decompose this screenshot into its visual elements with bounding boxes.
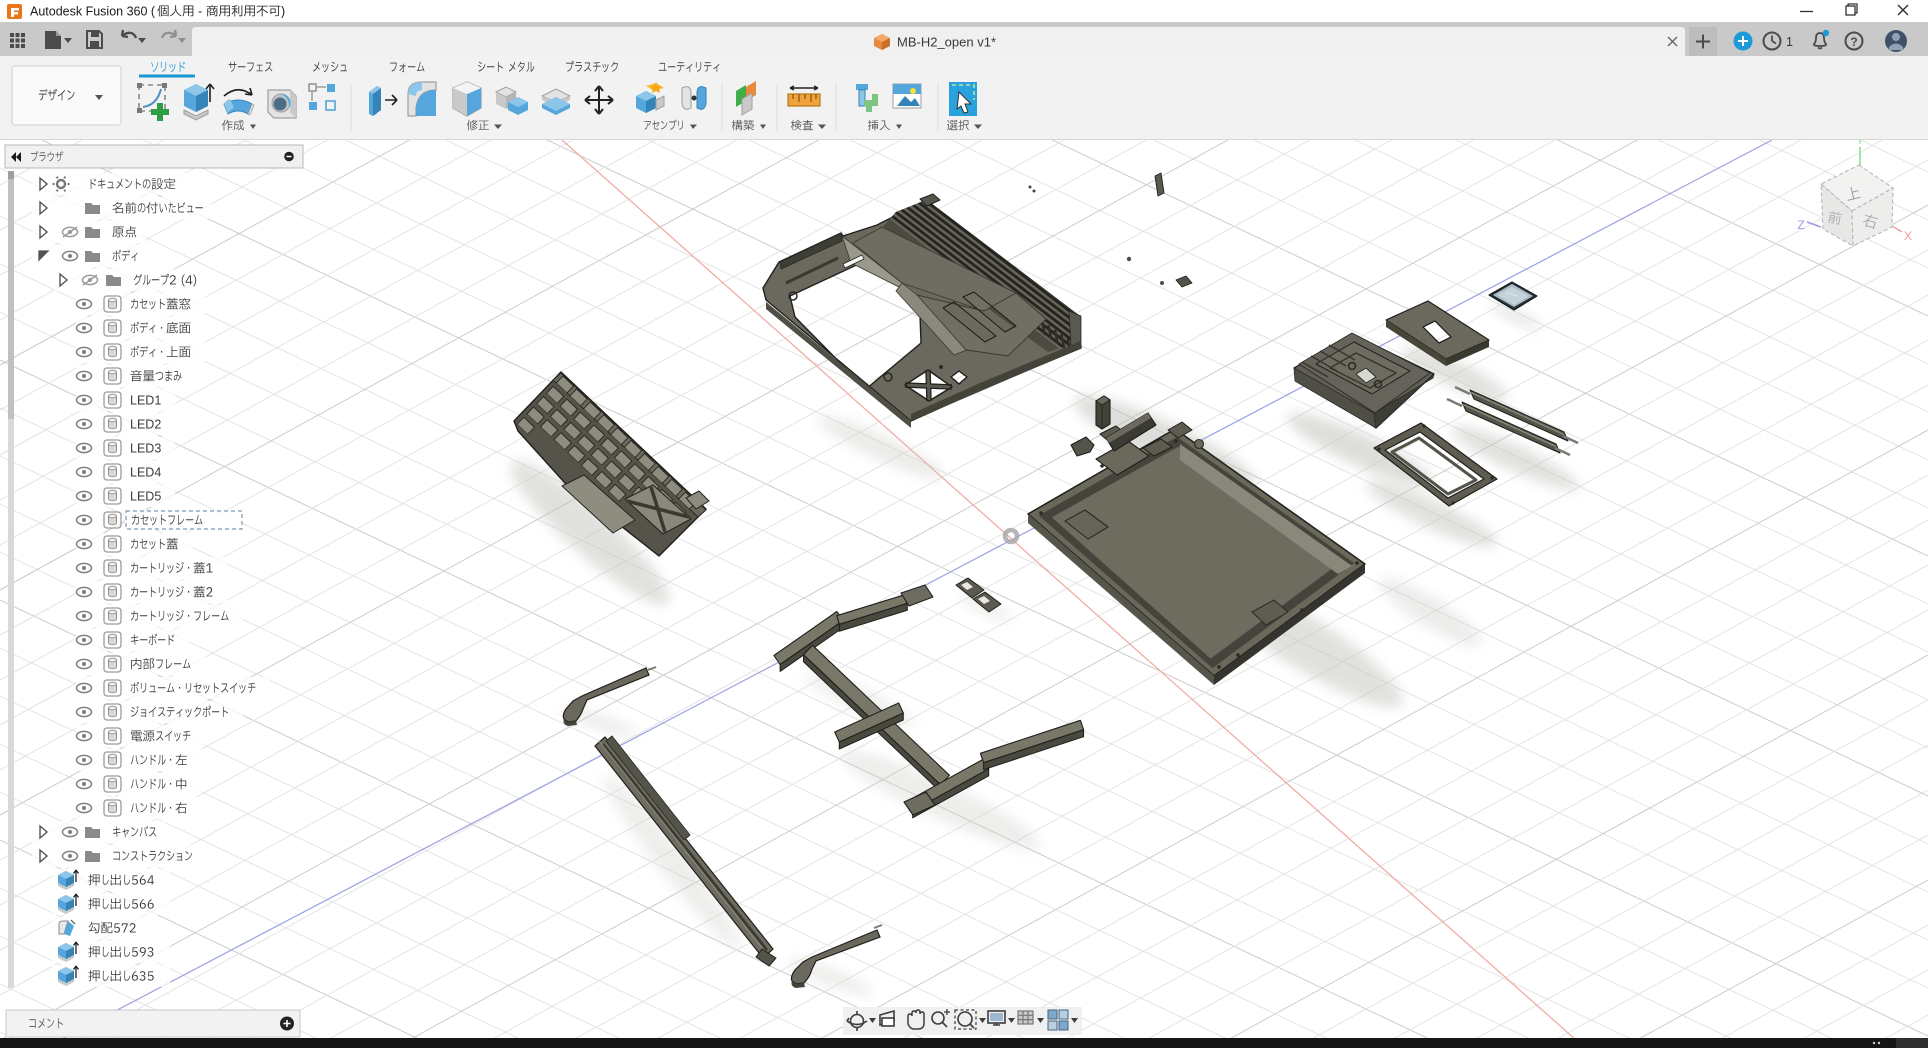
svg-text:X: X [1904,229,1912,243]
svg-text:Autodesk Fusion 360 (: Autodesk Fusion 360 ( [30,5,156,19]
svg-text:LED3: LED3 [130,442,161,456]
svg-text:Z: Z [1797,218,1804,232]
svg-text:MB-H2_open v1*: MB-H2_open v1* [897,35,996,50]
svg-text:1: 1 [1786,35,1793,49]
svg-text:LED5: LED5 [130,490,161,504]
svg-text:LED1: LED1 [130,394,161,408]
svg-text:-: - [198,5,202,19]
svg-text:LED2: LED2 [130,418,161,432]
svg-text:LED4: LED4 [130,466,161,480]
svg-text:): ) [281,5,285,19]
svg-text:?: ? [1850,35,1857,49]
